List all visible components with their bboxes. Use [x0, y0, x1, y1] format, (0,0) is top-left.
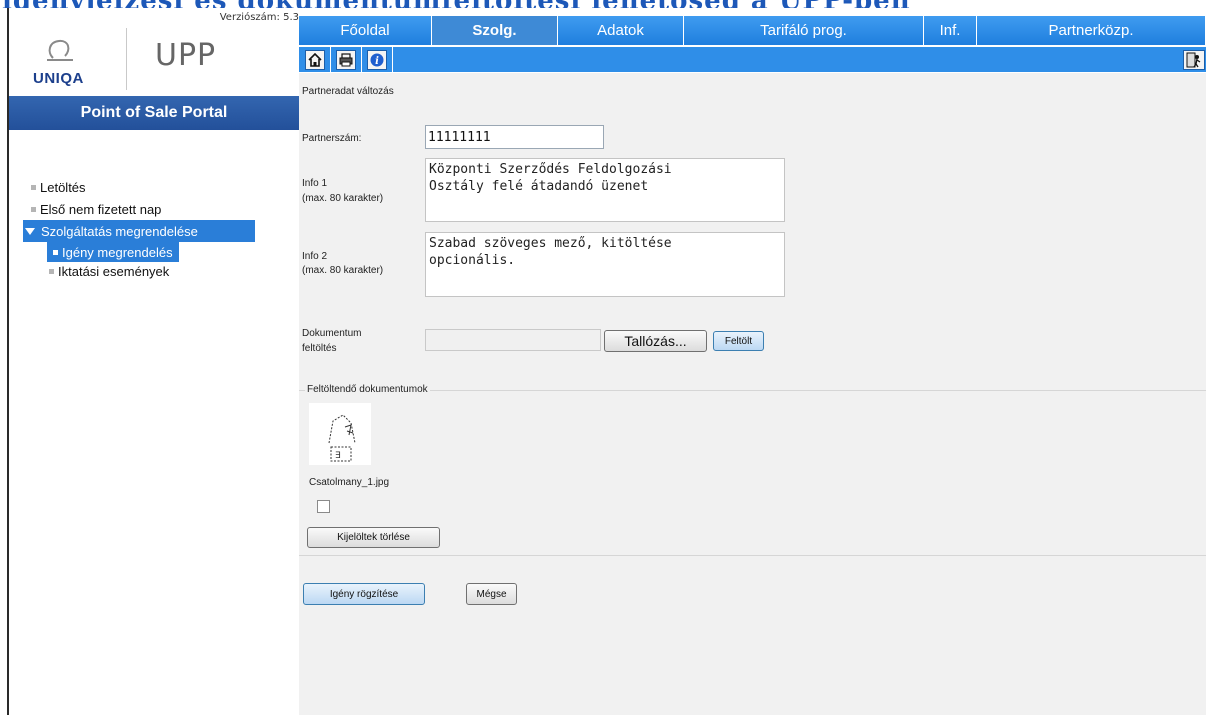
- sidebar-item-label: Igény megrendelés: [62, 244, 173, 260]
- bullet-icon: [31, 206, 36, 212]
- info1-textarea[interactable]: Központi Szerződés Feldolgozási Osztály …: [425, 158, 785, 222]
- clipped-page-heading: igényjelzési és dokumentumfeltöltési leh…: [0, 0, 1206, 8]
- uploaded-documents-legend: Feltöltendő dokumentumok: [305, 384, 430, 395]
- home-icon: [308, 53, 322, 67]
- home-button[interactable]: [305, 50, 325, 70]
- sidebar-item-igeny-megrendeles[interactable]: Igény megrendelés: [47, 242, 179, 262]
- partner-number-input[interactable]: [425, 125, 604, 149]
- submit-request-button[interactable]: Igény rögzítése: [303, 583, 425, 605]
- portal-title-bar: Point of Sale Portal: [9, 96, 299, 130]
- uploaded-documents-section: Feltöltendő dokumentumok ∃ Csatolmany_1.…: [299, 384, 1206, 556]
- version-label: Verziószám: 5.3: [219, 12, 299, 23]
- info1-label: Info 1: [302, 178, 328, 189]
- info-button[interactable]: i: [367, 50, 387, 70]
- sidebar-item-label: Letöltés: [40, 179, 86, 195]
- svg-text:∃: ∃: [335, 451, 341, 461]
- upp-label: UPP: [155, 38, 217, 73]
- document-thumbnail-image-icon: ∃: [328, 414, 356, 462]
- document-upload-label-line1: Dokumentum: [302, 328, 362, 339]
- toolbar-separator: [330, 47, 331, 73]
- logo-divider: [126, 28, 127, 90]
- uploaded-file-name: Csatolmany_1.jpg: [309, 477, 390, 488]
- logout-icon: [1186, 52, 1201, 68]
- sidebar-item-label: Első nem fizetett nap: [40, 201, 162, 217]
- info2-label: Info 2: [302, 251, 328, 262]
- sidebar-nav: Letöltés Első nem fizetett nap Szolgálta…: [23, 176, 289, 280]
- info2-hint: (max. 80 karakter): [302, 265, 384, 276]
- tab-adatok[interactable]: Adatok: [558, 16, 684, 45]
- document-thumbnail[interactable]: ∃: [309, 403, 371, 465]
- tab-tarifalo-prog[interactable]: Tarifáló prog.: [684, 16, 924, 45]
- print-icon: [339, 53, 353, 67]
- partner-number-label: Partnerszám:: [302, 133, 362, 144]
- main-content: Partneradat változás Partnerszám: Info 1…: [299, 73, 1206, 715]
- triangle-down-icon: [25, 227, 35, 235]
- sidebar-item-letoltes[interactable]: Letöltés: [29, 176, 289, 198]
- sidebar: Verziószám: 5.3 UNIQA UPP Point of Sale …: [9, 8, 299, 715]
- sidebar-item-szolgaltatas-megrendelese[interactable]: Szolgáltatás megrendelése: [23, 220, 255, 242]
- delete-selected-button[interactable]: Kijelöltek törlése: [307, 527, 440, 548]
- sidebar-item-label: Iktatási események: [58, 263, 170, 279]
- bullet-icon: [53, 249, 58, 255]
- toolbar-separator: [392, 47, 393, 73]
- sidebar-item-elso-nem-fizetett-nap[interactable]: Első nem fizetett nap: [29, 198, 289, 220]
- bullet-icon: [49, 268, 54, 274]
- uniqa-logo: UNIQA UPP: [29, 28, 259, 98]
- document-upload-label-line2: feltöltés: [302, 343, 337, 354]
- tab-partnerkozp[interactable]: Partnerközp.: [977, 16, 1206, 45]
- bullet-icon: [31, 184, 36, 190]
- sidebar-item-iktatasi-esemenyek[interactable]: Iktatási események: [47, 262, 289, 280]
- uniqa-logo-mark-icon: [47, 39, 73, 61]
- sidebar-subnav: Igény megrendelés Iktatási események: [29, 242, 289, 280]
- toolbar-separator: [361, 47, 362, 73]
- cancel-button[interactable]: Mégse: [466, 583, 517, 605]
- browse-button[interactable]: Tallózás...: [604, 330, 707, 352]
- sidebar-item-label: Szolgáltatás megrendelése: [41, 223, 198, 239]
- upload-button[interactable]: Feltölt: [713, 331, 764, 351]
- main-tabs: Főoldal Szolg. Adatok Tarifáló prog. Inf…: [299, 16, 1206, 45]
- toolbar: i: [299, 46, 1206, 73]
- file-select-checkbox[interactable]: [317, 500, 330, 513]
- info2-textarea[interactable]: Szabad szöveges mező, kitöltése opcionál…: [425, 232, 785, 297]
- page-title: Partneradat változás: [302, 86, 394, 97]
- clipped-heading-text: igényjelzési és dokumentumfeltöltési leh…: [2, 0, 911, 8]
- tab-szolg[interactable]: Szolg.: [432, 16, 558, 45]
- print-button[interactable]: [336, 50, 356, 70]
- file-path-field[interactable]: [425, 329, 601, 351]
- logout-button[interactable]: [1183, 50, 1205, 70]
- svg-text:i: i: [375, 56, 379, 67]
- tab-fooldal[interactable]: Főoldal: [299, 16, 432, 45]
- info-icon: i: [370, 53, 384, 67]
- info1-hint: (max. 80 karakter): [302, 193, 384, 204]
- tab-inf[interactable]: Inf.: [924, 16, 977, 45]
- logo-wordmark: UNIQA: [33, 70, 84, 87]
